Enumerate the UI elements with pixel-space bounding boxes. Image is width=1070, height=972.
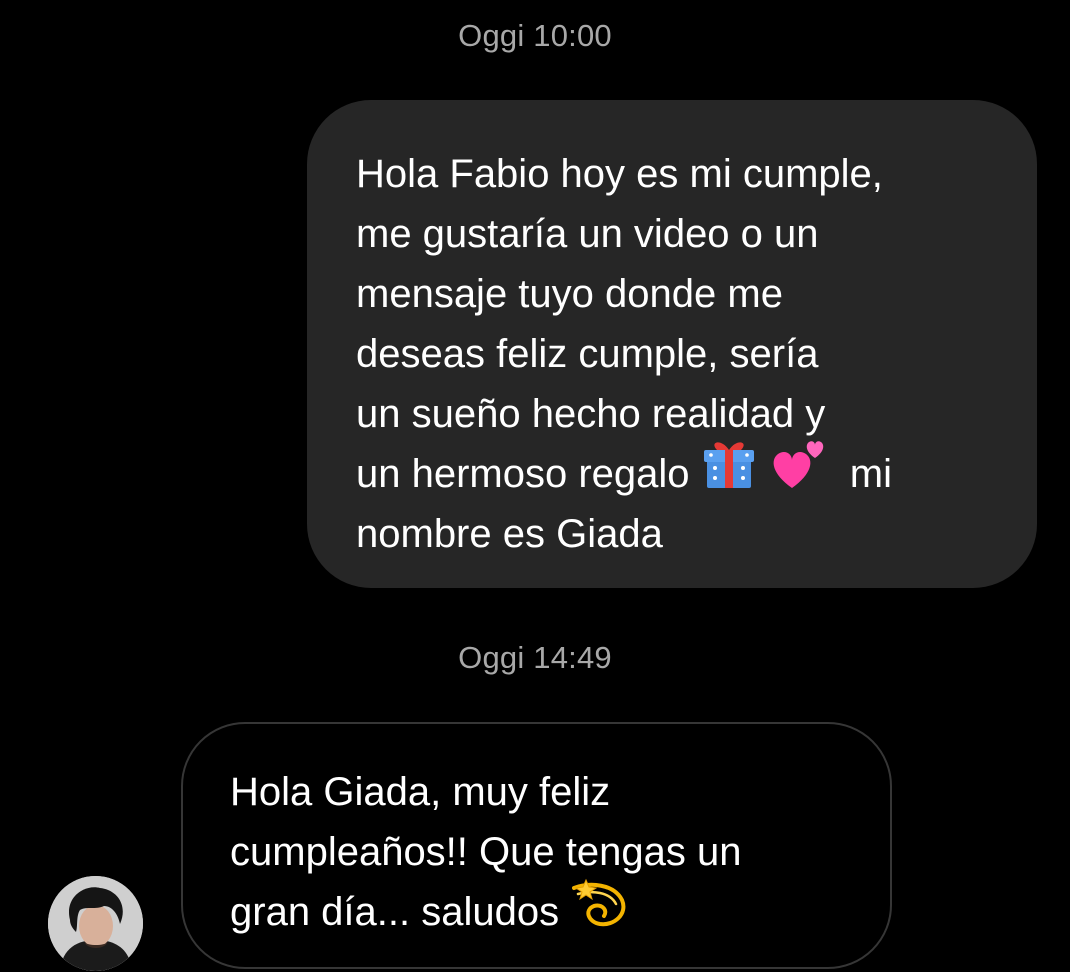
- message-text-segment: un hermoso regalo: [356, 452, 690, 497]
- message-text-line: mensaje tuyo donde me: [356, 272, 783, 316]
- message-text-line-with-emoji: un hermoso regalo mi: [356, 441, 1007, 504]
- message-text-line: cumpleaños!! Que tengas un: [230, 830, 742, 874]
- gift-emoji-icon: [701, 436, 757, 509]
- incoming-message-bubble[interactable]: Hola Giada, muy feliz cumpleaños!! Que t…: [181, 722, 892, 969]
- message-text-line-with-emoji: gran día... saludos: [230, 878, 850, 942]
- message-text-segment: gran día... saludos: [230, 890, 560, 935]
- message-text-line: un sueño hecho realidad y: [356, 392, 826, 436]
- message-text-segment: mi: [849, 452, 893, 497]
- outgoing-message-bubble[interactable]: Hola Fabio hoy es mi cumple, me gustaría…: [307, 100, 1037, 588]
- dizzy-emoji-icon: [570, 874, 628, 947]
- profile-photo-icon: [48, 876, 143, 971]
- two-hearts-emoji-icon: [768, 436, 828, 509]
- message-text-line: deseas feliz cumple, sería: [356, 332, 819, 376]
- message-timestamp: Oggi 14:49: [458, 640, 612, 675]
- message-text-line: me gustaría un video o un: [356, 212, 819, 256]
- message-text-line: nombre es Giada: [356, 512, 663, 556]
- sender-avatar[interactable]: [48, 876, 143, 971]
- message-timestamp: Oggi 10:00: [458, 18, 612, 53]
- message-text-line: Hola Fabio hoy es mi cumple,: [356, 152, 883, 196]
- message-text-line: Hola Giada, muy feliz: [230, 770, 611, 814]
